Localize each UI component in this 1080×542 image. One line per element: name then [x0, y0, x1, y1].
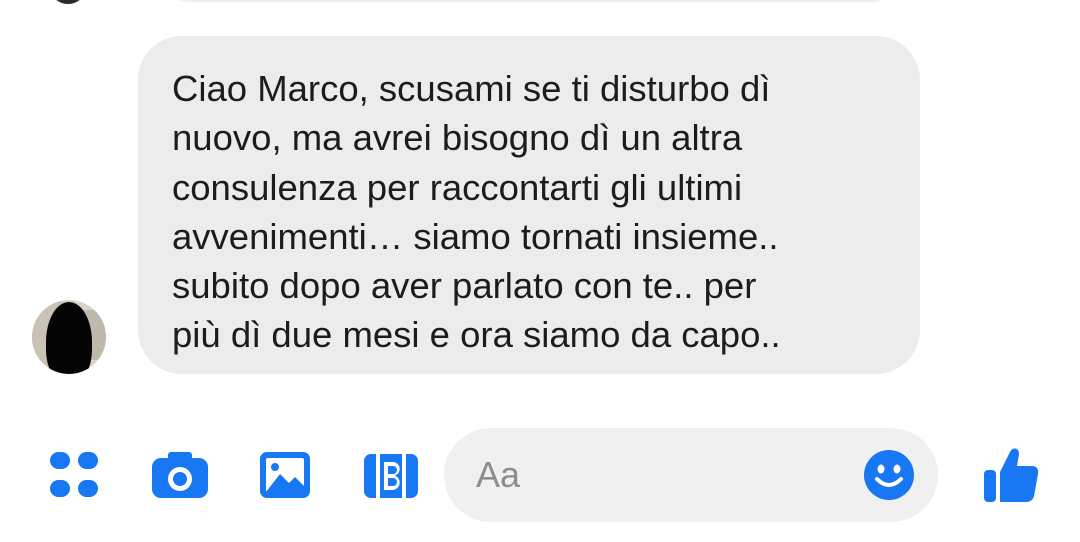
emoji-button[interactable] [862, 448, 916, 502]
thumbs-up-button[interactable] [982, 444, 1040, 504]
gif-sticker-button[interactable] [362, 452, 420, 500]
thumbs-up-icon [984, 448, 1039, 502]
more-apps-button[interactable] [48, 450, 100, 500]
emoji-icon [864, 450, 914, 500]
received-message-bubble[interactable]: Ciao Marco, scusami se ti disturbo dì nu… [138, 36, 920, 374]
previous-avatar [50, 0, 86, 4]
message-text: Ciao Marco, scusami se ti disturbo dì nu… [172, 68, 781, 356]
gallery-icon [260, 452, 310, 498]
message-input[interactable] [476, 428, 856, 522]
chat-screen: Ciao Marco, scusami se ti disturbo dì nu… [0, 0, 1080, 542]
gif-sticker-icon [364, 454, 418, 498]
sender-avatar[interactable] [32, 300, 106, 374]
camera-icon [152, 452, 208, 498]
gallery-button[interactable] [258, 450, 312, 500]
camera-button[interactable] [150, 450, 210, 500]
previous-message-bubble[interactable] [150, 0, 910, 2]
more-apps-icon [50, 452, 98, 497]
message-composer[interactable] [444, 428, 938, 522]
